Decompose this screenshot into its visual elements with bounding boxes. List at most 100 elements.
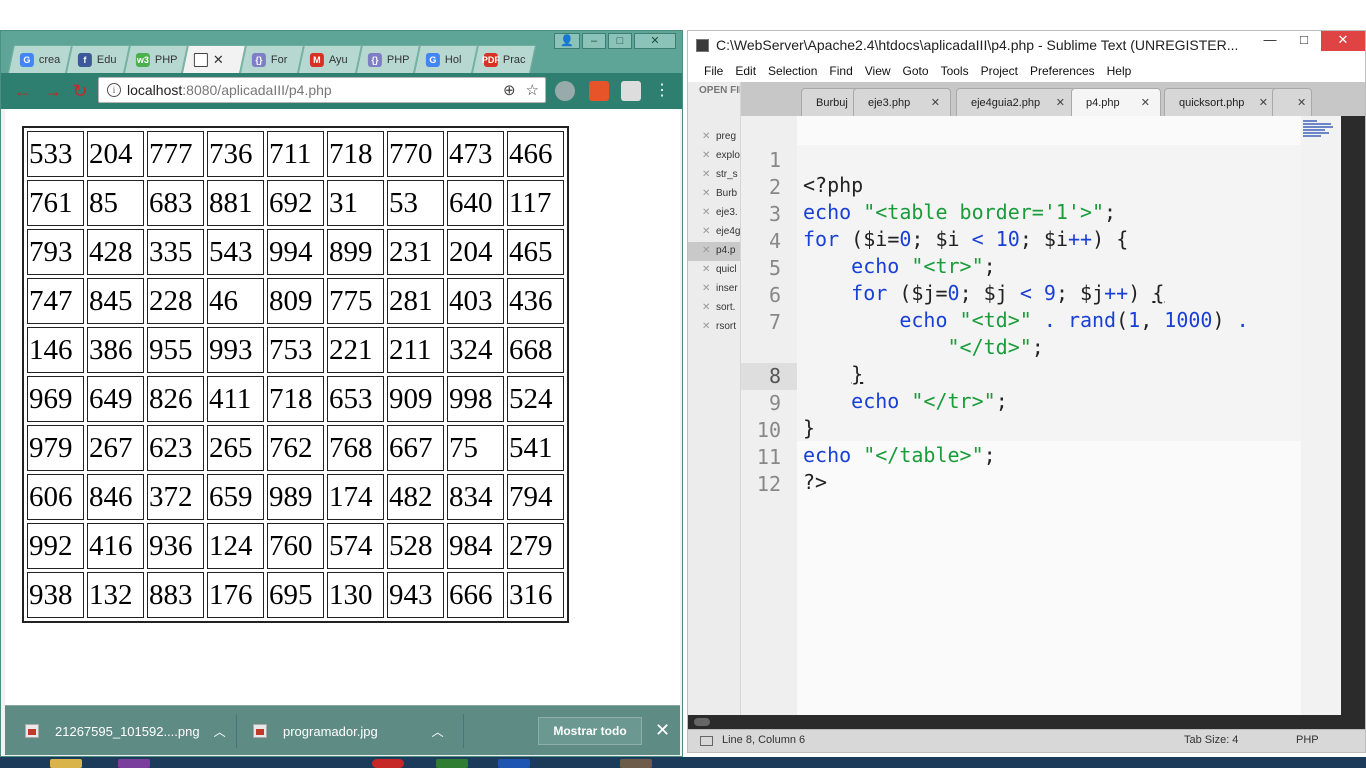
browser-tab[interactable]: {} For [240,45,304,73]
browser-tab[interactable]: w3 PHP [124,45,188,73]
line-number: 6 [768,283,781,307]
menu-kebab-icon[interactable]: ⋮ [650,79,674,103]
close-tab-icon[interactable]: ✕ [1297,96,1306,109]
browser-tab[interactable]: PDF Prac [472,45,536,73]
editor-tab[interactable]: eje3.php ✕ [853,88,951,116]
syntax-indicator[interactable]: PHP [1296,734,1319,746]
download-item[interactable]: programador.jpg ︿ [253,706,444,756]
close-file-icon[interactable]: ✕ [702,283,710,294]
menu-item-edit[interactable]: Edit [729,60,762,82]
browser-tab[interactable]: f Edu [66,45,130,73]
browser-tab[interactable]: ✕ [182,45,246,73]
open-file-name: rsort [716,321,736,332]
zoom-icon[interactable]: ⊕ [503,81,516,99]
close-download-shelf-icon[interactable]: ✕ [655,720,670,741]
mail-extension-icon[interactable] [621,81,641,101]
forward-button[interactable]: → [41,79,65,103]
open-file-item[interactable]: ✕ preg [688,128,740,147]
close-file-icon[interactable]: ✕ [702,150,710,161]
chevron-up-icon[interactable]: ︿ [432,723,444,740]
reload-button[interactable]: ↻ [68,79,92,103]
horizontal-scrollbar[interactable] [688,715,1365,729]
browser-tab[interactable]: {} PHP [356,45,420,73]
open-file-item[interactable]: ✕ Burb [688,185,740,204]
open-file-item[interactable]: ✕ explo [688,147,740,166]
table-cell: 736 [207,131,264,177]
close-file-icon[interactable]: ✕ [702,207,710,218]
close-file-icon[interactable]: ✕ [702,226,710,237]
vertical-scrollbar[interactable] [1341,116,1365,715]
close-file-icon[interactable]: ✕ [702,245,710,256]
explorer-taskbar-icon[interactable] [50,759,82,768]
cursor-position: Line 8, Column 6 [722,734,806,746]
close-file-icon[interactable]: ✕ [702,131,710,142]
tab-size-indicator[interactable]: Tab Size: 4 [1184,734,1238,746]
editor-tab[interactable]: p4.php ✕ [1071,88,1161,116]
menu-item-help[interactable]: Help [1101,60,1138,82]
excel-taskbar-icon[interactable] [436,759,468,768]
close-tab-icon[interactable]: ✕ [1259,96,1268,109]
close-tab-icon[interactable]: ✕ [931,96,940,109]
editor-tab[interactable]: eje4guia2.php ✕ [956,88,1076,116]
table-cell: 943 [387,572,444,618]
tab-close-icon[interactable]: ✕ [213,52,224,68]
address-bar[interactable]: i localhost:8080/aplicadaIII/p4.php ⊕ ☆ [98,77,546,103]
open-file-item[interactable]: ✕ inser [688,280,740,299]
panel-toggle-icon[interactable] [700,736,713,746]
scroll-thumb[interactable] [694,718,710,726]
open-file-item[interactable]: ✕ eje3. [688,204,740,223]
browser-tab[interactable]: G Hol [414,45,478,73]
menu-item-file[interactable]: File [698,60,729,82]
menu-item-selection[interactable]: Selection [762,60,823,82]
sublime-taskbar-icon[interactable] [620,759,652,768]
close-file-icon[interactable]: ✕ [702,321,710,332]
code-editor[interactable]: <?php echo "<table border='1'>"; for ($i… [797,116,1301,715]
menu-item-goto[interactable]: Goto [897,60,935,82]
app-taskbar-icon[interactable] [118,759,150,768]
close-tab-icon[interactable]: ✕ [1141,96,1150,109]
editor-tab[interactable]: quicksort.php ✕ [1164,88,1279,116]
maximize-button[interactable]: □ [1287,31,1321,51]
maximize-button[interactable]: □ [608,33,632,49]
open-file-item[interactable]: ✕ sort. [688,299,740,318]
minimize-button[interactable]: — [1253,31,1287,51]
info-icon[interactable]: i [107,83,121,97]
chevron-up-icon[interactable]: ︿ [214,723,226,740]
open-file-item[interactable]: ✕ quicl [688,261,740,280]
table-cell: 955 [147,327,204,373]
close-file-icon[interactable]: ✕ [702,264,710,275]
google-icon: G [425,52,440,67]
open-file-item[interactable]: ✕ p4.p [688,242,740,261]
word-taskbar-icon[interactable] [498,759,530,768]
menu-item-find[interactable]: Find [823,60,858,82]
minimap[interactable] [1301,116,1341,715]
browser-toolbar: ← → ↻ i localhost:8080/aplicadaIII/p4.ph… [1,73,682,109]
editor-tab[interactable]: ✕ [1272,88,1312,116]
omnibox-icons: ⊕ ☆ [503,81,539,99]
minimize-button[interactable]: – [582,33,606,49]
close-file-icon[interactable]: ✕ [702,302,710,313]
close-window-button[interactable]: ✕ [634,33,676,49]
menu-item-preferences[interactable]: Preferences [1024,60,1101,82]
bookmark-star-icon[interactable]: ☆ [526,81,539,99]
tab-title: Edu [96,53,117,66]
browser-tab[interactable]: M Ayu [298,45,362,73]
chrome-taskbar-icon[interactable] [372,759,404,768]
office-extension-icon[interactable] [589,81,609,101]
open-file-item[interactable]: ✕ str_s [688,166,740,185]
close-file-icon[interactable]: ✕ [702,188,710,199]
close-tab-icon[interactable]: ✕ [1056,96,1065,109]
menu-item-view[interactable]: View [859,60,897,82]
close-window-button[interactable]: ✕ [1321,31,1365,51]
profile-button[interactable]: 👤 [554,33,580,49]
extension-icon[interactable] [555,81,575,101]
close-file-icon[interactable]: ✕ [702,169,710,180]
menu-item-project[interactable]: Project [975,60,1024,82]
back-button[interactable]: ← [11,79,35,103]
open-file-item[interactable]: ✕ eje4g [688,223,740,242]
menu-item-tools[interactable]: Tools [935,60,975,82]
browser-tab[interactable]: Gcrea [8,45,72,73]
download-item[interactable]: 21267595_101592....png ︿ [25,706,226,756]
show-all-downloads-button[interactable]: Mostrar todo [538,717,642,745]
open-file-item[interactable]: ✕ rsort [688,318,740,337]
